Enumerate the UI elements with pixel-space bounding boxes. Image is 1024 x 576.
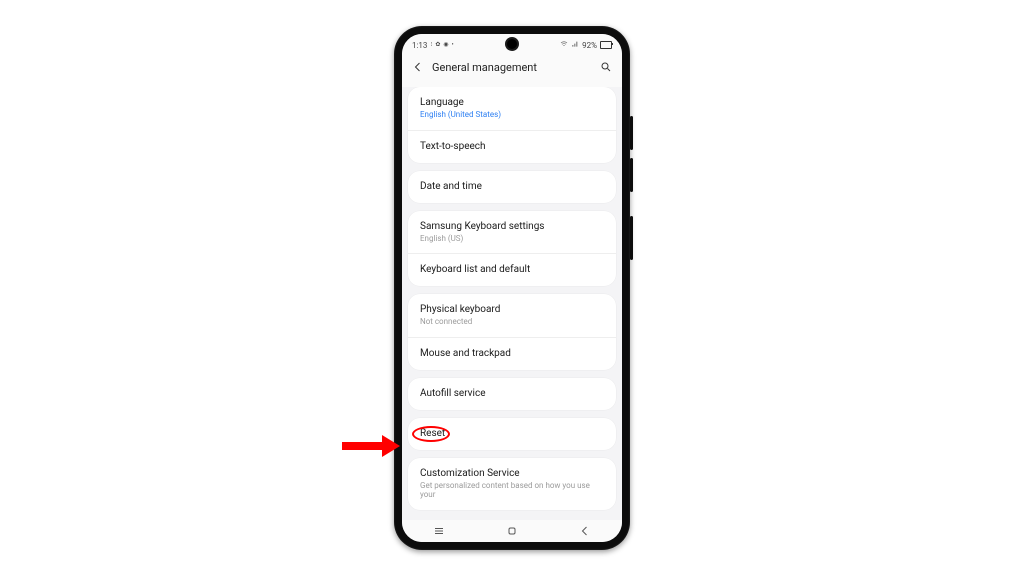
android-nav-bar <box>402 520 622 542</box>
list-item-label: Samsung Keyboard settings <box>420 221 604 233</box>
volume-up-button <box>630 116 633 150</box>
settings-group: Autofill service <box>408 378 616 410</box>
page-title: General management <box>432 61 592 74</box>
list-item[interactable]: Autofill service <box>408 378 616 410</box>
settings-group: Date and time <box>408 171 616 203</box>
status-gear-icon: ✿ <box>435 42 440 48</box>
annotation-arrow <box>342 437 402 455</box>
list-item[interactable]: Mouse and trackpad <box>408 338 616 370</box>
battery-percent: 92% <box>582 41 597 50</box>
list-item[interactable]: Text-to-speech <box>408 131 616 163</box>
back-nav-button[interactable] <box>579 522 591 541</box>
list-item-label: Keyboard list and default <box>420 264 604 276</box>
phone-frame: 1:13 ⁝ ✿ ◉ • 92% General ma <box>394 26 630 550</box>
list-item[interactable]: Date and time <box>408 171 616 203</box>
recents-button[interactable] <box>433 522 445 541</box>
wifi-icon <box>560 40 568 50</box>
list-item[interactable]: LanguageEnglish (United States) <box>408 87 616 131</box>
page-header: General management <box>402 54 622 87</box>
list-item-label: Customization Service <box>420 468 604 480</box>
list-item-subtext: English (United States) <box>420 110 604 120</box>
settings-group: LanguageEnglish (United States) Text-to-s… <box>408 87 616 163</box>
list-item[interactable]: Customization ServiceGet personalized co… <box>408 458 616 510</box>
settings-group: Physical keyboardNot connected Mouse and … <box>408 294 616 370</box>
list-item-subtext: Not connected <box>420 317 604 327</box>
phone-screen: 1:13 ⁝ ✿ ◉ • 92% General ma <box>402 34 622 542</box>
volume-down-button <box>630 158 633 192</box>
power-button <box>630 216 633 260</box>
settings-list: LanguageEnglish (United States) Text-to-s… <box>402 87 622 527</box>
list-item-label: Language <box>420 97 604 109</box>
list-item-subtext: English (US) <box>420 234 604 244</box>
status-ring-icon: ◉ <box>443 42 448 48</box>
back-button[interactable] <box>412 58 424 77</box>
settings-group: Samsung Keyboard settingsEnglish (US) Key… <box>408 211 616 287</box>
camera-notch <box>507 39 517 49</box>
list-item-label: Physical keyboard <box>420 304 604 316</box>
list-item-label: Autofill service <box>420 388 604 400</box>
list-item-subtext: Get personalized content based on how yo… <box>420 481 604 500</box>
settings-group: Reset <box>408 418 616 450</box>
battery-icon <box>600 41 612 49</box>
home-button[interactable] <box>506 522 518 541</box>
status-dot-icon: • <box>452 42 454 48</box>
list-item-label: Reset <box>420 428 604 440</box>
signal-icon <box>571 40 579 50</box>
list-item-label: Mouse and trackpad <box>420 348 604 360</box>
settings-group: Customization ServiceGet personalized co… <box>408 458 616 510</box>
list-item-label: Text-to-speech <box>420 141 604 153</box>
list-item[interactable]: Reset <box>408 418 616 450</box>
list-item[interactable]: Physical keyboardNot connected <box>408 294 616 338</box>
status-time: 1:13 <box>412 41 427 50</box>
list-item[interactable]: Samsung Keyboard settingsEnglish (US) <box>408 211 616 255</box>
status-indicator-icon: ⁝ <box>430 42 432 48</box>
list-item[interactable]: Keyboard list and default <box>408 254 616 286</box>
list-item-label: Date and time <box>420 181 604 193</box>
search-button[interactable] <box>600 58 612 77</box>
